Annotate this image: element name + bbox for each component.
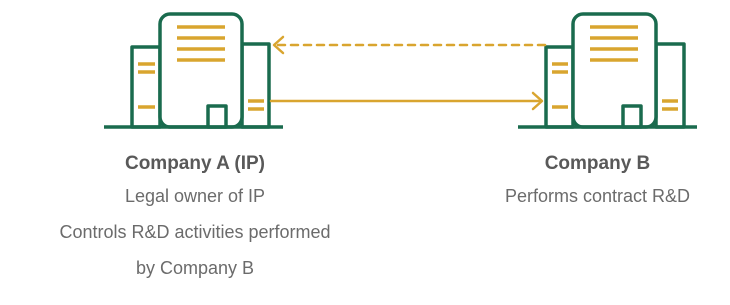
company-a-building-icon [104, 12, 283, 129]
company-b-title: Company B [544, 153, 651, 174]
company-a-desc-line-2: Controls R&D activities performed [59, 222, 331, 242]
company-a-label-block: Company A (IP) Legal owner of IP Control… [0, 150, 390, 286]
company-b-building-icon [518, 12, 697, 129]
diagram-canvas [104, 12, 697, 129]
company-b-label-block: Company B Performs contract R&D [470, 150, 725, 214]
company-b-desc-line-1: Performs contract R&D [504, 186, 691, 206]
solid-arrow-a-to-b [269, 91, 544, 111]
company-a-desc-line-3: by Company B [135, 258, 255, 278]
company-a-desc-line-1: Legal owner of IP [124, 186, 266, 206]
company-a-title: Company A (IP) [124, 153, 266, 174]
dashed-arrow-b-to-a [272, 35, 547, 55]
